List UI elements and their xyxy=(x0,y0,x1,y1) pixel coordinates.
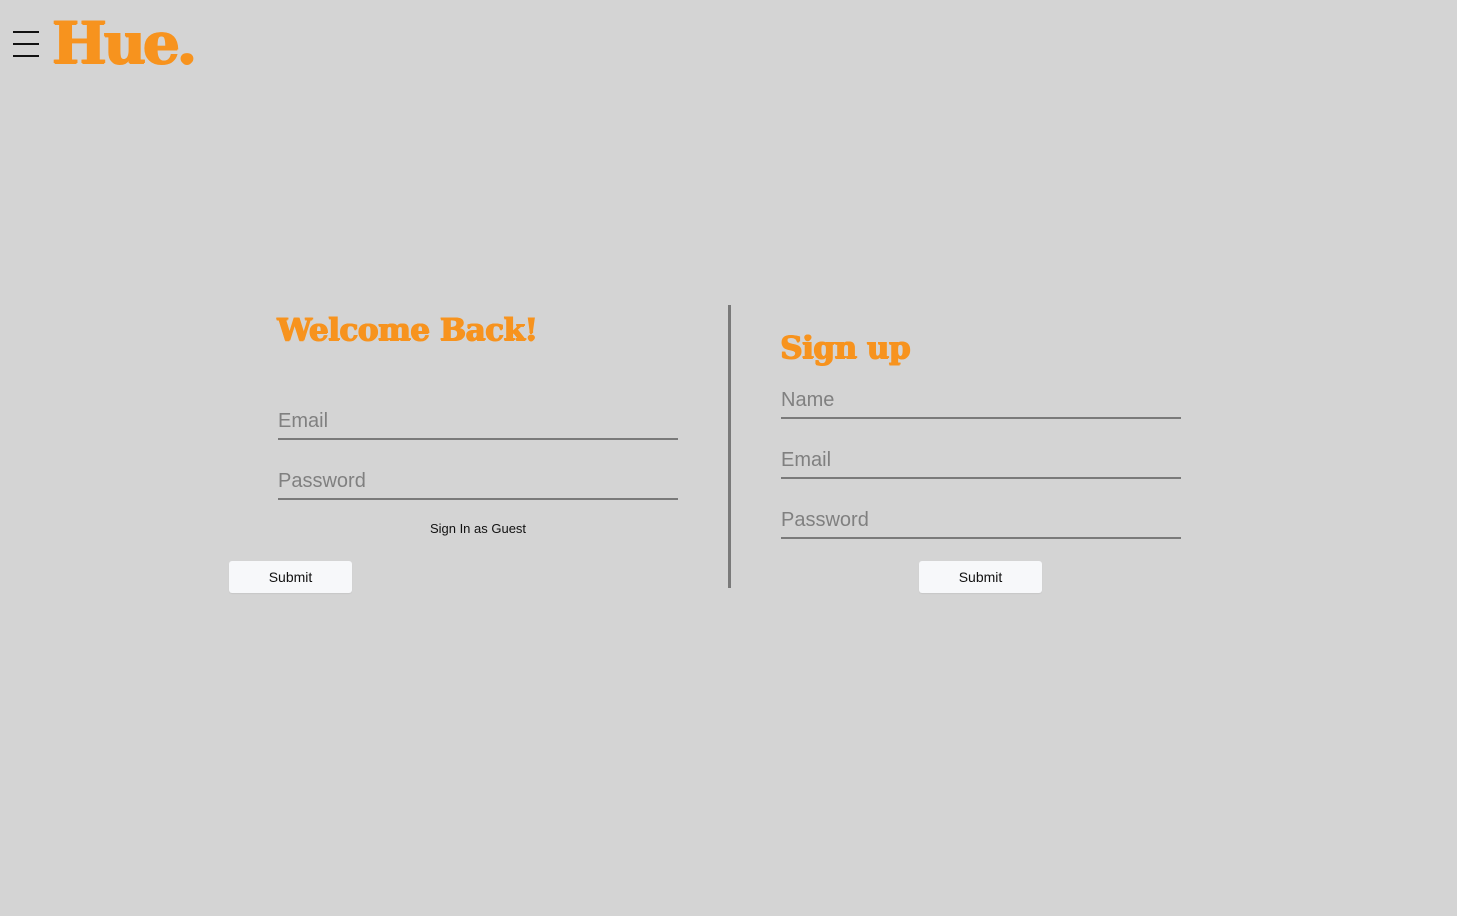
signup-title: Sign up xyxy=(780,330,910,366)
login-title: Welcome Back! xyxy=(277,312,538,348)
menu-bar-top xyxy=(13,31,39,33)
login-password-input[interactable] xyxy=(278,464,678,500)
sign-in-as-guest-link[interactable]: Sign In as Guest xyxy=(278,521,678,536)
signup-name-input[interactable] xyxy=(781,383,1181,419)
logo[interactable]: Hue. xyxy=(52,8,197,78)
page: Hue. Welcome Back! Sign In as Guest Subm… xyxy=(0,0,1457,916)
hamburger-menu-icon[interactable] xyxy=(13,31,39,57)
login-submit-button[interactable]: Submit xyxy=(229,561,352,593)
login-email-input[interactable] xyxy=(278,404,678,440)
signup-password-input[interactable] xyxy=(781,503,1181,539)
menu-bar-middle xyxy=(13,43,39,45)
panel-divider xyxy=(728,305,731,588)
signup-submit-button[interactable]: Submit xyxy=(919,561,1042,593)
menu-bar-bottom xyxy=(13,55,39,57)
signup-email-input[interactable] xyxy=(781,443,1181,479)
